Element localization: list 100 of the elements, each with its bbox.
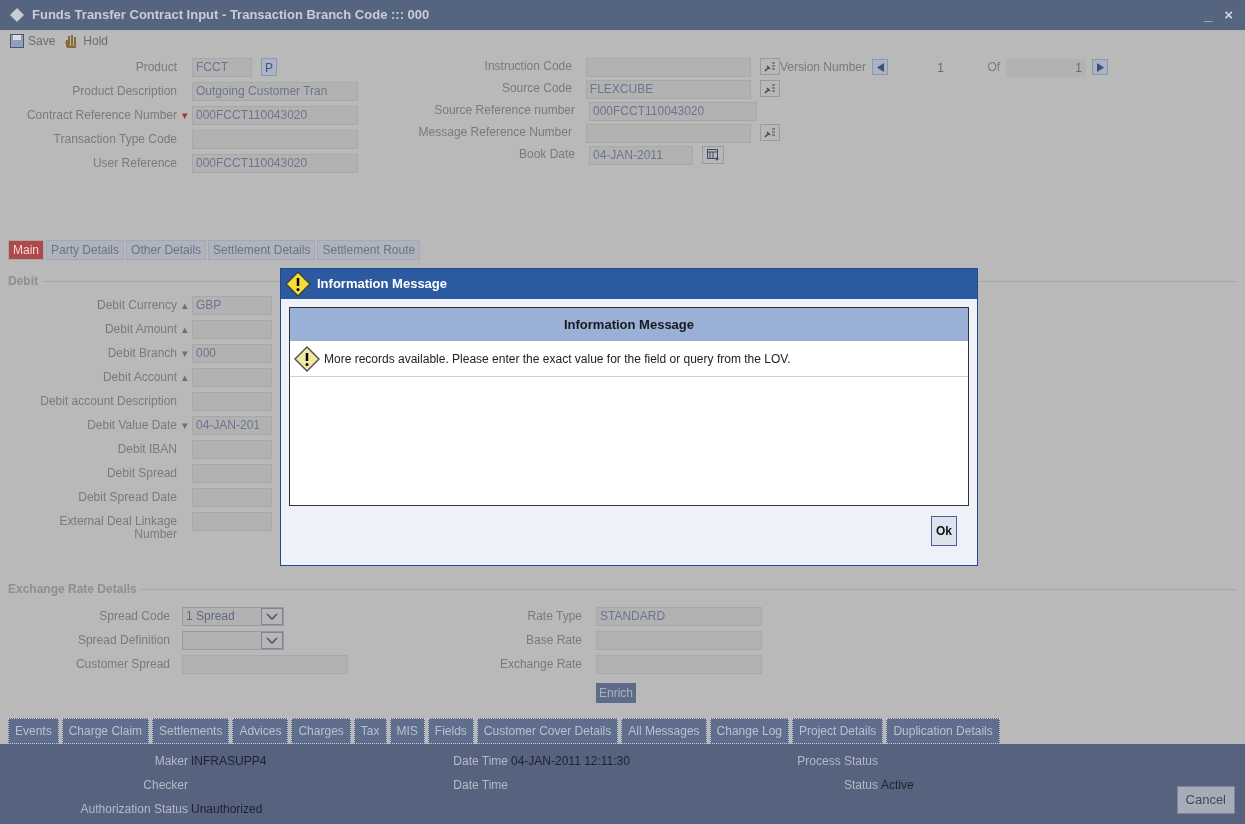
tab[interactable]: Project Details — [792, 718, 884, 744]
input-field[interactable]: 000FCCT110043020 — [192, 154, 358, 173]
input-field[interactable]: 04-JAN-2011 — [589, 146, 693, 165]
lookup-icon — [764, 61, 776, 72]
required-marker: ▴ — [181, 299, 188, 311]
field-label: Base Rate — [524, 633, 582, 647]
required-marker: ▴ — [181, 323, 188, 335]
field-label: User Reference — [91, 155, 177, 170]
field-label: External Deal Linkage Number — [58, 513, 177, 541]
field-label: Rate Type — [526, 609, 582, 623]
tab[interactable]: Charges — [291, 718, 351, 744]
field-label: Debit account Description — [39, 393, 177, 408]
chevron-down-icon — [261, 631, 283, 649]
lookup-icon — [764, 127, 776, 138]
tab[interactable]: Settlement Route — [317, 240, 421, 260]
dropdown[interactable]: 1 Spread — [182, 606, 284, 626]
footer-value: Active — [881, 777, 914, 794]
lookup-button[interactable] — [760, 124, 780, 141]
field-label: Contract Reference Number — [25, 107, 177, 122]
field-label: Book Date — [517, 146, 575, 161]
tab[interactable]: Customer Cover Details — [476, 718, 619, 744]
message-header: Information Message — [290, 308, 968, 341]
tab[interactable]: Settlement Details — [208, 240, 316, 260]
footer-label: Maker — [153, 753, 188, 770]
field-label: Exchange Rate — [498, 657, 582, 671]
field-label: Source Reference number — [433, 102, 575, 117]
tab[interactable]: Events — [8, 718, 59, 744]
chevron-down-icon — [261, 607, 283, 625]
message-text: More records available. Please enter the exact value for the field or query from the LOV. — [324, 350, 791, 368]
lookup-icon — [764, 83, 776, 94]
footer-value: INFRASUPP4 — [191, 753, 267, 770]
ok-button[interactable]: Ok — [931, 516, 957, 546]
tab[interactable]: Duplication Details — [886, 718, 1000, 744]
tab[interactable]: Fields — [427, 718, 474, 744]
product-button[interactable]: P — [261, 58, 277, 76]
enrich-button[interactable]: Enrich — [596, 683, 636, 703]
tab[interactable]: Party Details — [46, 240, 125, 260]
right-arrow-icon — [1096, 62, 1104, 72]
hold-button[interactable]: Hold — [63, 32, 109, 50]
tab[interactable]: Main — [8, 240, 44, 260]
calendar-icon — [706, 149, 720, 161]
warning-icon — [294, 345, 320, 372]
field-label: Debit Spread — [105, 465, 177, 480]
field-label: Product Description — [71, 83, 177, 98]
field-label: Spread Code — [98, 609, 170, 623]
tab[interactable]: Charge Claim — [61, 718, 150, 744]
left-arrow-icon — [876, 62, 884, 72]
footer-label: Authorization Status — [79, 801, 188, 818]
required-marker: ▴ — [181, 371, 188, 383]
field-label: Debit Currency — [95, 297, 177, 312]
footer-label: Process Status — [796, 753, 878, 770]
field-label: Of — [986, 59, 1001, 74]
field-label: Debit Spread Date — [77, 489, 177, 504]
next-button[interactable] — [1092, 59, 1109, 75]
version-field: 1 — [1006, 59, 1087, 77]
field-label: Source Code — [500, 80, 572, 95]
tab[interactable]: MIS — [389, 718, 425, 744]
field-label: Transaction Type Code — [52, 131, 177, 146]
cancel-button[interactable]: Cancel — [1176, 786, 1235, 814]
minimize-button[interactable]: _ — [1201, 3, 1215, 27]
field-label: Debit Account — [101, 369, 177, 384]
dropdown[interactable] — [182, 630, 284, 650]
field-label: Spread Definition — [76, 633, 170, 647]
input-field[interactable]: GBP — [192, 296, 272, 315]
footer-value: 04-JAN-2011 12:11:30 — [511, 753, 630, 770]
previous-button[interactable] — [872, 59, 889, 75]
tab[interactable]: Change Log — [709, 718, 789, 744]
field-label: Message Reference Number — [417, 124, 572, 139]
field-label: Customer Spread — [74, 657, 170, 671]
footer-label: Date Time — [452, 753, 508, 770]
footer-label: Date Time — [452, 777, 508, 794]
tab[interactable]: Advices — [232, 718, 289, 744]
diamond-icon — [10, 8, 24, 22]
input-field[interactable]: 000FCCT110043020 — [589, 102, 757, 121]
input-field[interactable]: FLEXCUBE — [585, 80, 751, 99]
input-field[interactable]: STANDARD — [596, 606, 762, 626]
required-marker: ▾ — [181, 419, 188, 431]
save-button[interactable]: Save — [10, 32, 56, 50]
footer-label: Checker — [142, 777, 188, 794]
field-label: Product — [134, 59, 177, 74]
footer-label: Status — [842, 777, 878, 794]
input-field[interactable]: 04-JAN-201 — [192, 416, 272, 435]
tab[interactable]: Other Details — [126, 240, 207, 260]
input-field[interactable]: 000FCCT110043020 — [192, 106, 358, 125]
input-field[interactable]: 000 — [192, 344, 272, 363]
warning-icon — [285, 271, 311, 297]
close-button[interactable]: × — [1222, 3, 1235, 27]
field-label: Instruction Code — [483, 58, 572, 73]
input-field[interactable]: FCCT — [192, 58, 252, 77]
tab[interactable]: Tax — [353, 718, 387, 744]
input-field[interactable]: Outgoing Customer Tran — [192, 82, 358, 101]
lookup-button[interactable] — [760, 80, 780, 97]
tab[interactable]: Settlements — [152, 718, 230, 744]
calendar-button[interactable] — [702, 146, 724, 164]
dialog-title: Information Message — [317, 275, 448, 294]
footer-value: Unauthorized — [191, 801, 263, 818]
tab[interactable]: All Messages — [621, 718, 707, 744]
field-label: Version Number — [780, 59, 867, 74]
lookup-button[interactable] — [760, 58, 780, 75]
field-label: Debit Branch — [106, 345, 177, 360]
